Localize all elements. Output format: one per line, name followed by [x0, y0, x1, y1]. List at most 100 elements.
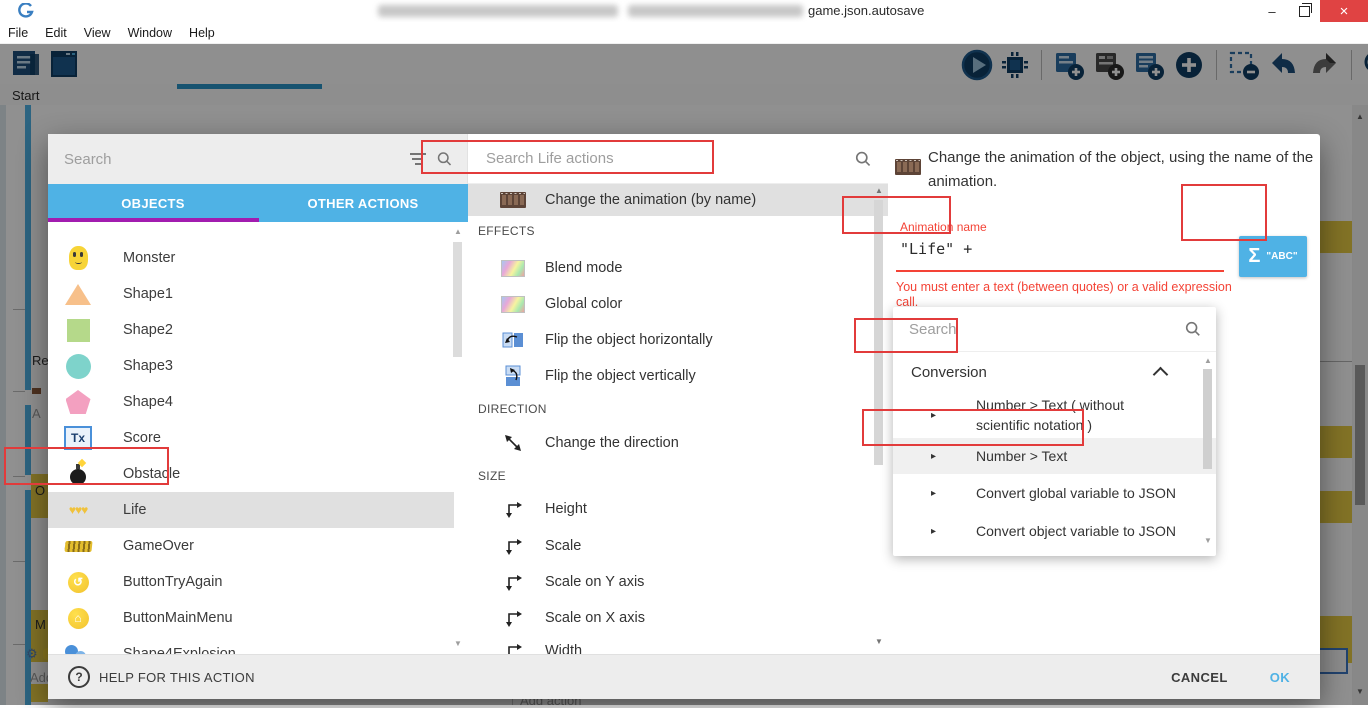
- action-item-global-color[interactable]: Global color: [468, 286, 868, 322]
- action-item-blend-mode[interactable]: Blend mode: [468, 250, 868, 286]
- search-icon: [1184, 319, 1202, 339]
- animation-name-input[interactable]: "Life" +: [900, 240, 1180, 258]
- picker-search-input[interactable]: [907, 320, 1176, 339]
- menu-file[interactable]: File: [8, 26, 28, 40]
- menu-window[interactable]: Window: [128, 26, 172, 40]
- object-item-life[interactable]: ♥♥♥Life: [48, 492, 454, 528]
- resize-icon: [504, 537, 523, 556]
- cancel-button[interactable]: CANCEL: [1161, 664, 1238, 691]
- film-icon: [500, 192, 526, 208]
- error-message: You must enter a text (between quotes) o…: [896, 280, 1241, 310]
- actions-scroll-down-icon[interactable]: ▼: [875, 638, 883, 646]
- film-icon: [895, 159, 921, 175]
- expression-builder-button[interactable]: Σ "ABC": [1239, 236, 1307, 277]
- object-item-shape4explosion[interactable]: Shape4Explosion: [48, 636, 454, 654]
- ok-button[interactable]: OK: [1260, 664, 1300, 691]
- square-icon: [67, 319, 90, 342]
- tab-objects[interactable]: OBJECTS: [48, 184, 258, 222]
- object-item-buttontryagain[interactable]: ↺ButtonTryAgain: [48, 564, 454, 600]
- action-description: Change the animation of the object, usin…: [928, 146, 1318, 194]
- help-for-action-link[interactable]: ? HELP FOR THIS ACTION: [68, 666, 255, 688]
- object-item-shape2[interactable]: Shape2: [48, 312, 454, 348]
- pentagon-icon: [66, 390, 91, 414]
- picker-scroll-down-icon[interactable]: ▼: [1204, 537, 1212, 545]
- group-label: Conversion: [911, 364, 987, 381]
- field-label: Animation name: [900, 220, 987, 234]
- action-item-change-direction[interactable]: Change the direction: [468, 425, 868, 461]
- action-item-scale-y[interactable]: Scale on Y axis: [468, 564, 868, 600]
- picker-item-number-text-noscientific[interactable]: ▸ Number > Text ( without scientific not…: [893, 392, 1216, 438]
- object-item-obstacle[interactable]: Obstacle: [48, 456, 454, 492]
- object-item-score[interactable]: TxScore: [48, 420, 454, 456]
- objects-scroll-thumb[interactable]: [453, 242, 462, 357]
- objects-search-input[interactable]: [62, 150, 400, 169]
- tab-other-actions[interactable]: OTHER ACTIONS: [258, 184, 468, 222]
- chevron-right-icon: ▸: [931, 488, 936, 499]
- object-item-shape1[interactable]: Shape1: [48, 276, 454, 312]
- section-header-size: SIZE: [478, 469, 506, 483]
- menu-edit[interactable]: Edit: [45, 26, 67, 40]
- actions-scroll-thumb[interactable]: [874, 200, 883, 465]
- title-bar: game.json.autosave – ×: [0, 0, 1368, 23]
- gameover-icon: [64, 541, 92, 552]
- flip-vertical-icon: [503, 365, 523, 387]
- menu-bar: File Edit View Window Help: [0, 22, 1368, 44]
- text-object-icon: Tx: [64, 426, 92, 450]
- monster-icon: [69, 246, 88, 270]
- actions-search-bar: [468, 134, 888, 184]
- chevron-right-icon: ▸: [931, 526, 936, 537]
- action-item-height[interactable]: Height: [468, 491, 868, 527]
- sigma-icon: Σ: [1248, 245, 1260, 268]
- dialog-footer: ? HELP FOR THIS ACTION CANCEL OK: [48, 654, 1320, 699]
- picker-scroll-up-icon[interactable]: ▲: [1204, 357, 1212, 365]
- window-title: game.json.autosave: [808, 3, 924, 18]
- section-header-effects: EFFECTS: [478, 224, 535, 238]
- menu-help[interactable]: Help: [189, 26, 215, 40]
- search-icon: [436, 149, 453, 169]
- picker-group-conversion[interactable]: Conversion: [893, 352, 1216, 392]
- expression-button-label: "ABC": [1266, 251, 1297, 262]
- retry-button-icon: ↺: [68, 572, 89, 593]
- bomb-icon: [70, 469, 86, 485]
- object-item-shape3[interactable]: Shape3: [48, 348, 454, 384]
- filter-icon[interactable]: [410, 153, 426, 165]
- home-button-icon: ⌂: [68, 608, 89, 629]
- action-item-scale[interactable]: Scale: [468, 528, 868, 564]
- action-item-flip-vertical[interactable]: Flip the object vertically: [468, 358, 868, 394]
- menu-view[interactable]: View: [84, 26, 111, 40]
- object-item-monster[interactable]: Monster: [48, 240, 454, 276]
- picker-item-number-text[interactable]: ▸ Number > Text: [893, 438, 1216, 474]
- action-editor-dialog: OBJECTS OTHER ACTIONS Monster Shape1 Sha…: [48, 134, 1320, 698]
- blurred-path-segment: [378, 5, 618, 17]
- action-item-change-animation[interactable]: Change the animation (by name): [468, 184, 888, 216]
- actions-search-input[interactable]: [484, 149, 844, 168]
- picker-search-bar: [893, 307, 1216, 352]
- flip-horizontal-icon: [502, 330, 524, 350]
- objects-list: Monster Shape1 Shape2 Shape3 Shape4 TxSc…: [48, 222, 468, 654]
- app-content: Start Re A O M ▲ ▼ ⚙: [0, 44, 1368, 705]
- circle-icon: [66, 354, 91, 379]
- close-button[interactable]: ×: [1320, 0, 1368, 22]
- action-item-flip-horizontal[interactable]: Flip the object horizontally: [468, 322, 868, 358]
- object-item-buttonmainmenu[interactable]: ⌂ButtonMainMenu: [48, 600, 454, 636]
- chevron-up-icon: [1153, 366, 1169, 382]
- minimize-button[interactable]: –: [1256, 0, 1288, 22]
- resize-icon: [504, 500, 523, 519]
- objects-scroll-down-icon[interactable]: ▼: [454, 640, 462, 648]
- resize-icon: [504, 573, 523, 592]
- actions-scroll-up-icon[interactable]: ▲: [875, 187, 883, 195]
- close-icon: ×: [1340, 3, 1349, 20]
- explosion-icon: [65, 645, 91, 654]
- picker-item-global-variable-json[interactable]: ▸ Convert global variable to JSON: [893, 474, 1216, 512]
- object-item-shape4[interactable]: Shape4: [48, 384, 454, 420]
- picker-item-object-variable-json[interactable]: ▸ Convert object variable to JSON: [893, 512, 1216, 550]
- objects-scroll-up-icon[interactable]: ▲: [454, 228, 462, 236]
- help-icon: ?: [68, 666, 90, 688]
- chevron-right-icon: ▸: [931, 410, 936, 421]
- object-item-gameover[interactable]: GameOver: [48, 528, 454, 564]
- picker-scroll-thumb[interactable]: [1203, 369, 1212, 469]
- action-item-scale-x[interactable]: Scale on X axis: [468, 600, 868, 636]
- chevron-right-icon: ▸: [931, 451, 936, 462]
- restore-button[interactable]: [1288, 0, 1320, 22]
- hearts-icon: ♥♥♥: [69, 503, 87, 517]
